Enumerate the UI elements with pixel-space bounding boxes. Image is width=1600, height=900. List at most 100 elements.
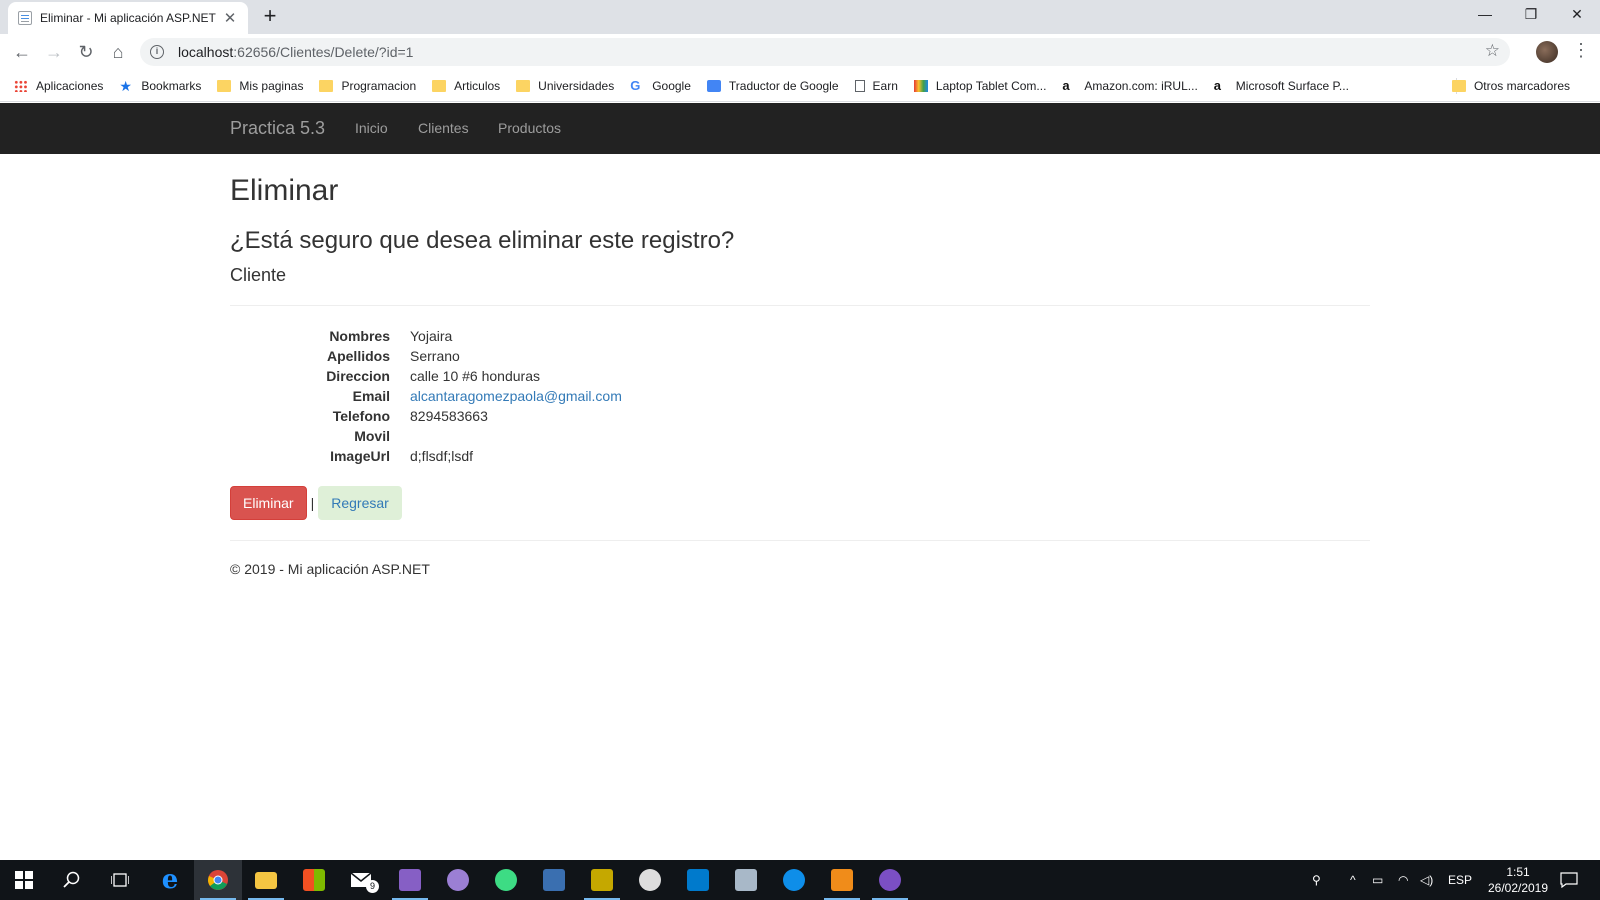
bookmark-item[interactable]: a Amazon.com: iRUL... <box>1062 79 1197 93</box>
nav-link-productos[interactable]: Productos <box>498 103 561 154</box>
field-value: calle 10 #6 honduras <box>410 368 540 384</box>
profile-avatar[interactable] <box>1536 41 1558 63</box>
calculator-icon[interactable] <box>722 860 770 900</box>
bookmark-item[interactable]: Aplicaciones <box>14 79 103 93</box>
restore-button[interactable]: ❐ <box>1508 0 1554 30</box>
close-window-button[interactable]: ✕ <box>1554 0 1600 30</box>
nav-link-inicio[interactable]: Inicio <box>355 103 388 154</box>
other-bookmarks-folder[interactable]: Otros marcadores <box>1451 79 1570 93</box>
amazon-icon: a <box>1213 77 1222 93</box>
page-content: Eliminar ¿Está seguro que desea eliminar… <box>230 154 1370 577</box>
bookmark-item[interactable]: Earn <box>854 79 898 93</box>
clock[interactable]: 1:51 26/02/2019 <box>1478 864 1558 896</box>
forward-arrow-icon[interactable]: → <box>42 40 66 64</box>
mail-icon[interactable]: 9 <box>338 860 386 900</box>
bookmark-item[interactable]: ★ Bookmarks <box>119 79 201 93</box>
browser-tab[interactable]: Eliminar - Mi aplicación ASP.NET ✕ <box>8 2 248 34</box>
bookmark-folder[interactable]: Mis paginas <box>217 79 303 93</box>
android-studio-icon[interactable] <box>482 860 530 900</box>
page-title: Eliminar <box>230 174 339 207</box>
field-label: Apellidos <box>326 348 390 364</box>
bookmark-star-icon[interactable]: ☆ <box>1485 41 1500 61</box>
star-icon: ★ <box>119 77 132 94</box>
field-label: Nombres <box>329 328 390 344</box>
delete-button[interactable]: Eliminar <box>230 486 307 520</box>
start-button[interactable] <box>0 860 48 900</box>
bookmark-folder[interactable]: Programacion <box>319 79 416 93</box>
field-value: Serrano <box>410 348 460 364</box>
entity-name: Cliente <box>230 265 287 285</box>
volume-icon[interactable]: ◁) <box>1420 860 1433 900</box>
new-tab-button[interactable]: + <box>258 5 282 29</box>
media-player-icon[interactable] <box>818 860 866 900</box>
back-arrow-icon[interactable]: ← <box>10 40 34 64</box>
search-icon[interactable] <box>48 860 96 900</box>
action-separator: | <box>310 495 315 511</box>
bookmark-item[interactable]: G Google <box>630 79 691 93</box>
menu-dots-icon[interactable]: ⋮ <box>1572 40 1590 61</box>
visual-studio-icon[interactable] <box>386 860 434 900</box>
close-tab-icon[interactable]: ✕ <box>222 9 238 27</box>
back-button[interactable]: Regresar <box>318 486 402 520</box>
task-view-icon[interactable] <box>96 860 144 900</box>
page-icon <box>18 11 32 25</box>
email-link[interactable]: alcantaragomezpaola@gmail.com <box>410 388 622 404</box>
windows-logo-icon <box>15 871 33 889</box>
translate-icon <box>706 79 721 92</box>
paint-icon[interactable] <box>626 860 674 900</box>
mail-badge: 9 <box>366 880 379 893</box>
detail-row: ImageUrl d;flsdf;lsdf <box>230 446 1370 466</box>
navbar-brand[interactable]: Practica 5.3 <box>230 103 325 154</box>
minimize-button[interactable]: — <box>1462 0 1508 30</box>
field-label: ImageUrl <box>330 448 390 464</box>
detail-row: Email alcantaragomezpaola@gmail.com <box>230 386 1370 406</box>
home-icon[interactable]: ⌂ <box>106 40 130 64</box>
detail-row: Direccion calle 10 #6 honduras <box>230 366 1370 386</box>
tab-strip: Eliminar - Mi aplicación ASP.NET ✕ + — ❐… <box>0 0 1600 34</box>
chevron-up-icon[interactable]: ^ <box>1350 860 1356 900</box>
address-bar[interactable]: i localhost:62656/Clientes/Delete/?id=1 … <box>140 38 1510 66</box>
url-path: :62656/Clientes/Delete/?id=1 <box>233 44 414 60</box>
confirm-question: ¿Está seguro que desea eliminar este reg… <box>230 227 735 254</box>
folder-icon <box>516 79 531 92</box>
detail-row: Nombres Yojaira <box>230 326 1370 346</box>
app-swirl-icon[interactable] <box>434 860 482 900</box>
tools-icon[interactable] <box>578 860 626 900</box>
url-host: localhost <box>178 44 234 60</box>
bookmarks-bar: Aplicaciones ★ Bookmarks Mis paginas Prog… <box>0 70 1600 102</box>
divider <box>230 540 1370 541</box>
people-icon[interactable]: ⚲ <box>1312 860 1321 900</box>
site-navbar: Practica 5.3 Inicio Clientes Productos <box>0 103 1600 154</box>
browser-toolbar: ← → ↻ ⌂ i localhost:62656/Clientes/Delet… <box>0 34 1600 70</box>
reload-icon[interactable]: ↻ <box>74 40 98 64</box>
page-footer: © 2019 - Mi aplicación ASP.NET <box>230 561 430 577</box>
field-label: Movil <box>354 428 390 444</box>
bookmark-item[interactable]: a Microsoft Surface P... <box>1214 79 1349 93</box>
teamviewer-icon[interactable] <box>770 860 818 900</box>
code-editor-icon[interactable] <box>530 860 578 900</box>
bookmark-item[interactable]: Traductor de Google <box>706 79 839 93</box>
chrome-icon[interactable] <box>194 860 242 900</box>
file-explorer-icon[interactable] <box>242 860 290 900</box>
amazon-icon: a <box>1062 77 1070 93</box>
bookmark-folder[interactable]: Universidades <box>516 79 614 93</box>
store-icon[interactable] <box>290 860 338 900</box>
field-label: Direccion <box>326 368 390 384</box>
details-list: Nombres Yojaira Apellidos Serrano Direcc… <box>230 326 1370 466</box>
edge-browser-icon[interactable]: e <box>146 860 194 900</box>
language-indicator[interactable]: ESP <box>1448 860 1472 900</box>
detail-row: Telefono 8294583663 <box>230 406 1370 426</box>
folder-icon <box>217 79 232 92</box>
wifi-icon[interactable]: ◠ <box>1398 860 1408 900</box>
app-purple-icon[interactable] <box>866 860 914 900</box>
info-icon[interactable]: i <box>150 45 164 59</box>
laptop-icon <box>913 79 928 92</box>
battery-icon[interactable]: ▭ <box>1372 860 1383 900</box>
vscode-icon[interactable] <box>674 860 722 900</box>
nav-link-clientes[interactable]: Clientes <box>418 103 469 154</box>
google-icon: G <box>630 77 641 93</box>
bookmark-folder[interactable]: Articulos <box>432 79 500 93</box>
divider <box>230 305 1370 306</box>
bookmark-item[interactable]: Laptop Tablet Com... <box>913 79 1046 93</box>
notifications-icon[interactable] <box>1560 860 1578 900</box>
